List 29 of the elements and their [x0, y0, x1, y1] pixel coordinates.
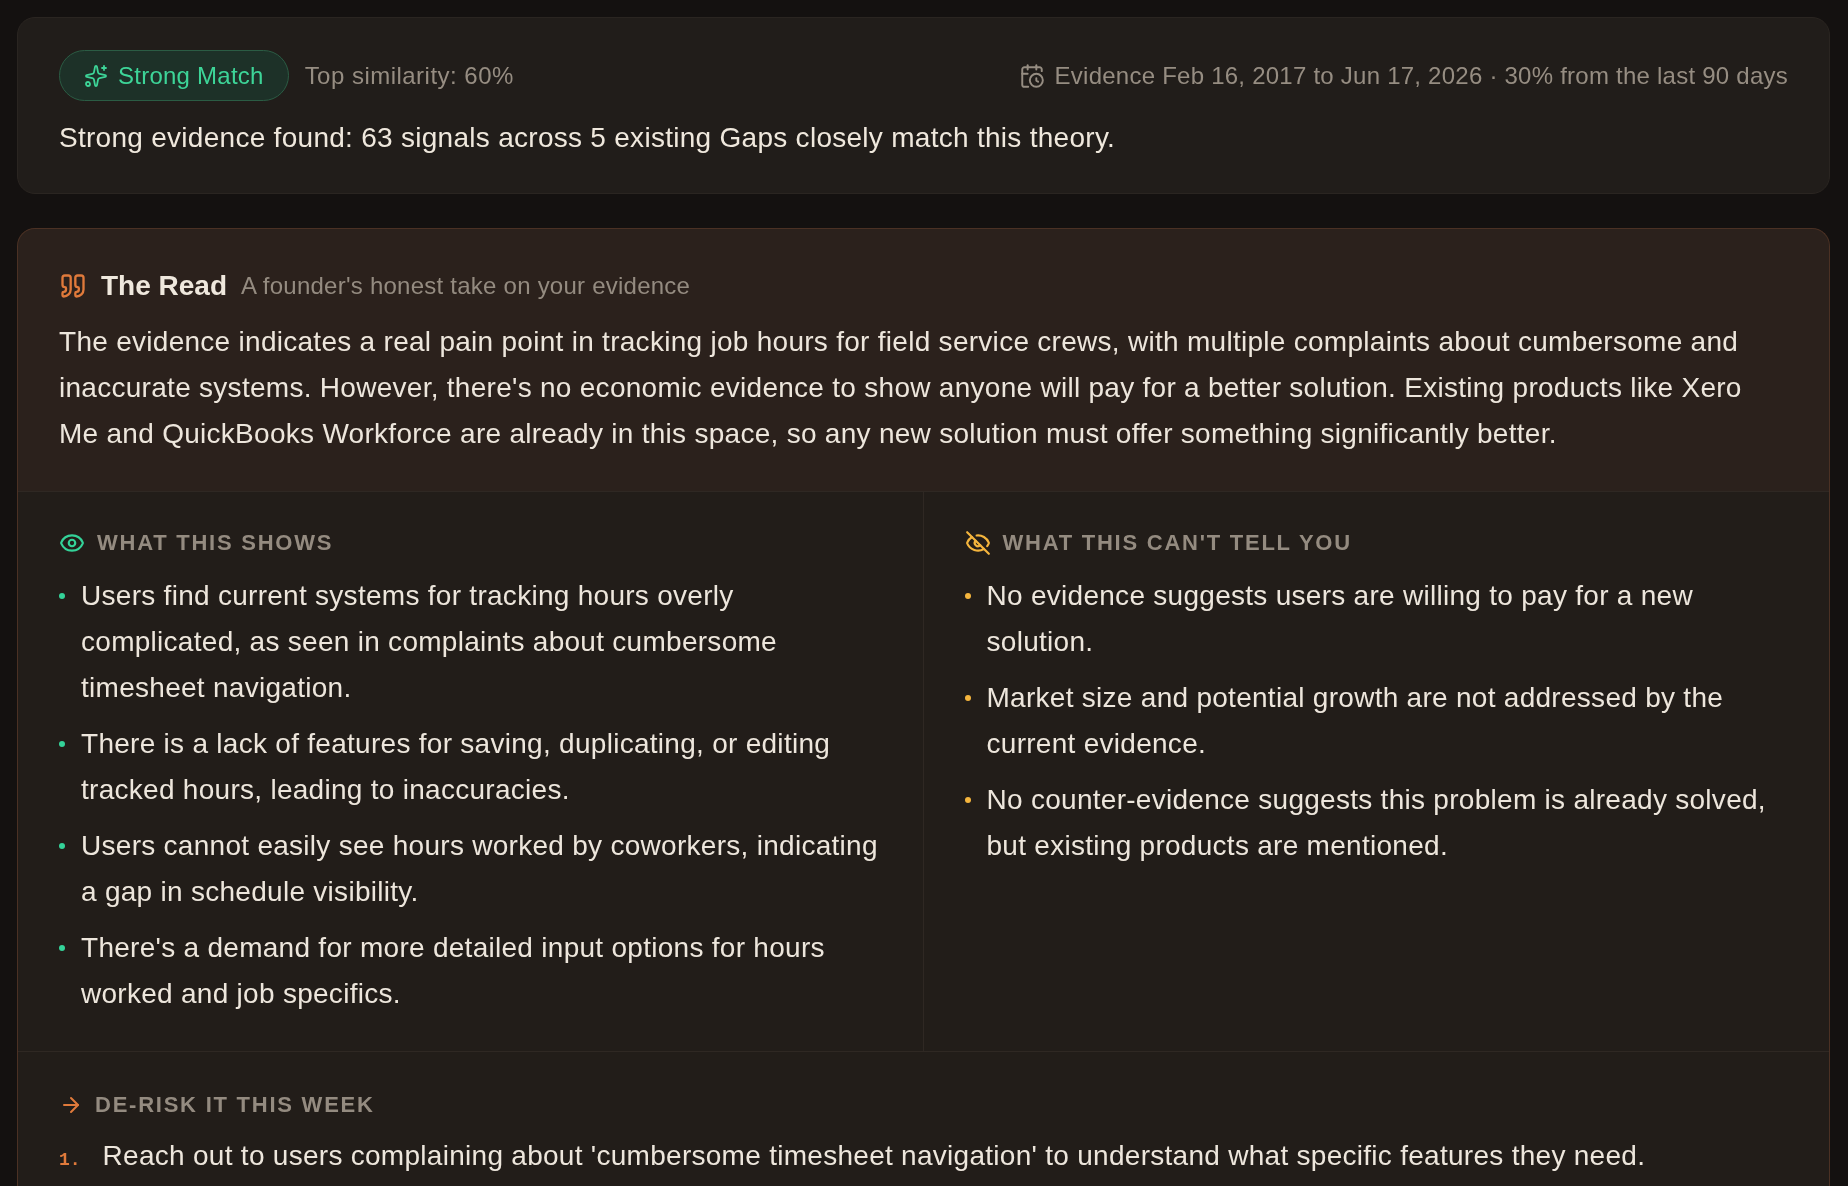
list-item-text: Market size and potential growth are not addressed by the current evidence.	[986, 681, 1725, 761]
card-subtitle: A founder's honest take on your evidence	[241, 271, 691, 301]
list-item-text: No evidence suggests users are willing to pay for a new solution.	[986, 579, 1694, 659]
bullet-icon	[59, 945, 65, 951]
read-paragraph: The evidence indicates a real pain point in tracking job hours for field service crews, with multiple complaints about cumbersome and inaccurate systems. However, there's no economic evidence to show anyone will pay for a better solution. Existing products like Xero Me and QuickBooks Workforce are already in this space, so any new solution must offer something significantly better.	[59, 325, 1743, 451]
calendar-clock-icon	[1018, 62, 1045, 89]
list-item-text: No counter-evidence suggests this problem is already solved, but existing products are mentioned.	[986, 783, 1767, 863]
list-item-text: Users cannot easily see hours worked by coworkers, indicating a gap in schedule visibility.	[81, 829, 879, 909]
list-item-text: There's a demand for more detailed input options for hours worked and job specifics.	[81, 931, 826, 1011]
bullet-icon	[59, 741, 65, 747]
step-text: Reach out to users complaining about 'cumbersome timesheet navigation' to understand what specific features they need.	[102, 1139, 1646, 1173]
evidence-range-text: Evidence Feb 16, 2017 to Jun 17, 2026 · 30% from the last 90 days	[1054, 60, 1788, 91]
section-heading: WHAT THIS CAN'T TELL YOU	[1002, 529, 1352, 557]
section-heading: DE-RISK IT THIS WEEK	[95, 1091, 375, 1119]
sparkle-icon	[84, 63, 108, 88]
card-title: The Read	[101, 269, 228, 303]
summary-text: Strong evidence found: 63 signals across 5 existing Gaps closely match this theory.	[59, 121, 1117, 155]
step-number: 1.	[59, 1149, 81, 1172]
bullet-icon	[59, 843, 65, 849]
bullet-icon	[964, 593, 971, 599]
badge-label: Strong Match	[118, 60, 264, 91]
list-item-text: Users find current systems for tracking hours overly complicated, as seen in complaints about cumbersome timesheet navigation.	[81, 579, 778, 705]
list-item-text: There is a lack of features for saving, duplicating, or editing tracked hours, leading to inaccuracies.	[81, 727, 832, 807]
bullet-icon	[964, 797, 971, 803]
quote-icon	[59, 272, 87, 300]
similarity-text: Top similarity: 60%	[304, 60, 514, 91]
bullet-icon	[59, 593, 65, 599]
bullet-icon	[964, 695, 971, 701]
section-heading: WHAT THIS SHOWS	[97, 529, 334, 557]
